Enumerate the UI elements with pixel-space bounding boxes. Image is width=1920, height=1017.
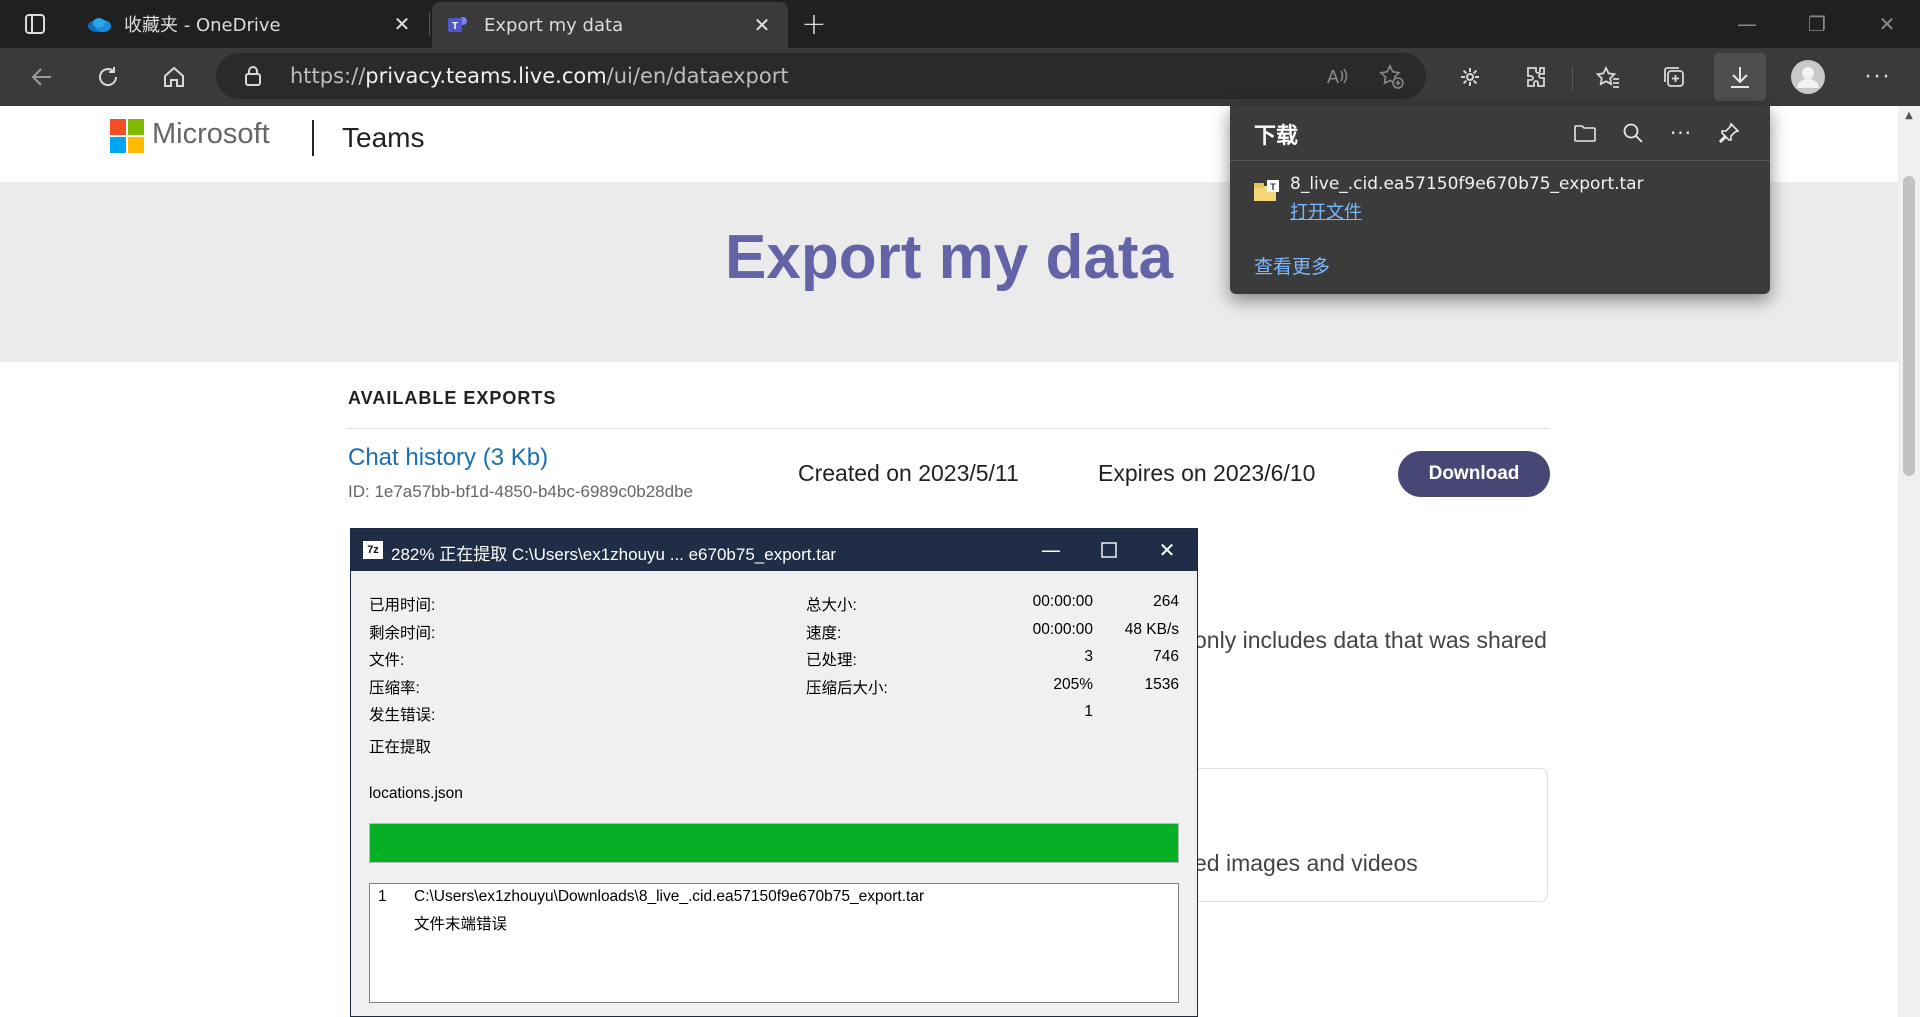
svg-text:T: T [452, 21, 458, 32]
tab-onedrive[interactable]: 收藏夹 - OneDrive ✕ [72, 0, 428, 48]
total-size-label: 总大小: [806, 597, 857, 614]
ratio-label: 压缩率: [369, 680, 420, 697]
brand-name[interactable]: Microsoft [152, 118, 270, 151]
browser-tab-bar: 收藏夹 - OneDrive ✕ T Export my data ✕ + — … [0, 0, 1920, 48]
archive-file-icon: T [1254, 180, 1280, 202]
maximize-icon[interactable] [1079, 529, 1139, 571]
download-button[interactable]: Download [1398, 451, 1550, 497]
export-name-link[interactable]: Chat history (3 Kb) [348, 444, 548, 472]
page-scrollbar[interactable]: ▲ [1898, 106, 1920, 1017]
info-card [1170, 768, 1548, 902]
packed-size-label: 压缩后大小: [806, 680, 888, 697]
onedrive-icon [86, 15, 112, 33]
url-scheme: https:// [290, 64, 366, 88]
downloads-title: 下载 [1254, 124, 1299, 149]
header-divider [312, 120, 314, 156]
remaining-label: 剩余时间: [369, 625, 436, 642]
description-text: only includes data that was shared [1194, 627, 1547, 653]
7zip-icon: 7z [363, 541, 383, 559]
search-icon[interactable] [1616, 116, 1650, 150]
add-favorite-icon[interactable] [1376, 61, 1406, 91]
pin-icon[interactable] [1712, 116, 1746, 150]
log-entry-number: 1 [378, 888, 387, 905]
errors-value: 1 [1084, 703, 1093, 720]
more-options-icon[interactable]: ··· [1664, 116, 1698, 150]
minimize-icon[interactable]: — [1021, 529, 1081, 571]
close-icon[interactable]: ✕ [390, 12, 414, 36]
operation-status: 正在提取 [369, 739, 432, 756]
close-icon[interactable]: ✕ [1137, 529, 1197, 571]
tab-separator [429, 12, 430, 36]
progress-fill [370, 824, 1178, 862]
read-aloud-icon[interactable]: A [1322, 61, 1352, 91]
toolbar-separator [1572, 66, 1573, 90]
error-log-list[interactable]: 1 C:\Users\ex1zhouyu\Downloads\8_live_.c… [369, 883, 1179, 1003]
minimize-icon[interactable]: — [1712, 0, 1782, 48]
window-titlebar[interactable]: 7z 282% 正在提取 C:\Users\ex1zhouyu ... e670… [351, 529, 1197, 571]
scroll-up-icon[interactable]: ▲ [1898, 110, 1920, 124]
restore-icon[interactable]: ❐ [1782, 0, 1852, 48]
export-id: ID: 1e7a57bb-bf1d-4850-b4bc-6989c0b28dbe [348, 482, 693, 501]
panel-divider [1230, 160, 1770, 161]
log-entry-path: C:\Users\ex1zhouyu\Downloads\8_live_.cid… [414, 888, 925, 905]
url-text[interactable]: https://privacy.teams.live.com/ui/en/dat… [290, 64, 789, 88]
browser-toolbar: https://privacy.teams.live.com/ui/en/dat… [0, 48, 1920, 106]
gear-icon[interactable] [1448, 55, 1492, 99]
downloads-icon[interactable] [1714, 53, 1766, 101]
available-exports-heading: AVAILABLE EXPORTS [348, 388, 557, 408]
url-path: /ui/en/dataexport [606, 64, 789, 88]
tab-export-my-data[interactable]: T Export my data ✕ [432, 2, 788, 48]
new-tab-icon[interactable]: + [796, 7, 832, 42]
extract-progress-window: 7z 282% 正在提取 C:\Users\ex1zhouyu ... e670… [350, 528, 1198, 1017]
window-title: 282% 正在提取 C:\Users\ex1zhouyu ... e670b75… [391, 545, 837, 564]
export-created-date: Created on 2023/5/11 [798, 460, 1019, 486]
downloads-panel: 下载 ··· T 8_live_.cid.ea57150f9e670b75_ex… [1230, 106, 1770, 294]
folder-icon[interactable] [1568, 116, 1602, 150]
packed-size-value: 1536 [1144, 676, 1179, 693]
more-options-icon[interactable]: ··· [1856, 55, 1900, 99]
tab-actions-icon[interactable] [14, 10, 56, 38]
open-file-link[interactable]: 打开文件 [1290, 198, 1362, 224]
product-name[interactable]: Teams [342, 122, 424, 154]
url-host: privacy.teams.live.com [365, 64, 607, 88]
see-more-link[interactable]: 查看更多 [1254, 252, 1330, 279]
export-expiry-date: Expires on 2023/6/10 [1098, 460, 1316, 486]
refresh-icon[interactable] [88, 57, 128, 97]
tab-title: Export my data [484, 14, 624, 36]
speed-label: 速度: [806, 625, 842, 642]
scroll-thumb[interactable] [1903, 176, 1915, 476]
window-close-icon[interactable]: ✕ [1852, 0, 1920, 48]
tab-title: 收藏夹 - OneDrive [124, 15, 281, 36]
avatar[interactable] [1786, 55, 1830, 99]
log-entry-error: 文件末端错误 [414, 916, 508, 933]
address-bar[interactable]: https://privacy.teams.live.com/ui/en/dat… [216, 53, 1426, 99]
back-icon[interactable] [22, 57, 62, 97]
microsoft-logo-icon [110, 119, 144, 153]
speed-value: 48 KB/s [1124, 621, 1179, 638]
download-filename[interactable]: 8_live_.cid.ea57150f9e670b75_export.tar [1290, 174, 1644, 194]
svg-text:A: A [1327, 67, 1339, 87]
lock-icon[interactable] [238, 61, 268, 91]
extensions-icon[interactable] [1514, 55, 1558, 99]
divider [348, 428, 1548, 429]
teams-icon: T [446, 13, 470, 37]
elapsed-label: 已用时间: [369, 597, 436, 614]
collections-icon[interactable] [1652, 55, 1696, 99]
files-label: 文件: [369, 652, 405, 669]
close-icon[interactable]: ✕ [750, 13, 774, 37]
processed-label: 已处理: [806, 652, 857, 669]
svg-text:T: T [1270, 182, 1276, 192]
errors-label: 发生错误: [369, 707, 436, 724]
total-size-value: 264 [1153, 593, 1179, 610]
current-file: locations.json [369, 785, 463, 802]
favorites-icon[interactable] [1586, 55, 1630, 99]
progress-bar [369, 823, 1179, 863]
processed-value: 746 [1153, 648, 1179, 665]
home-icon[interactable] [154, 57, 194, 97]
card-text: ed images and videos [1194, 850, 1418, 876]
